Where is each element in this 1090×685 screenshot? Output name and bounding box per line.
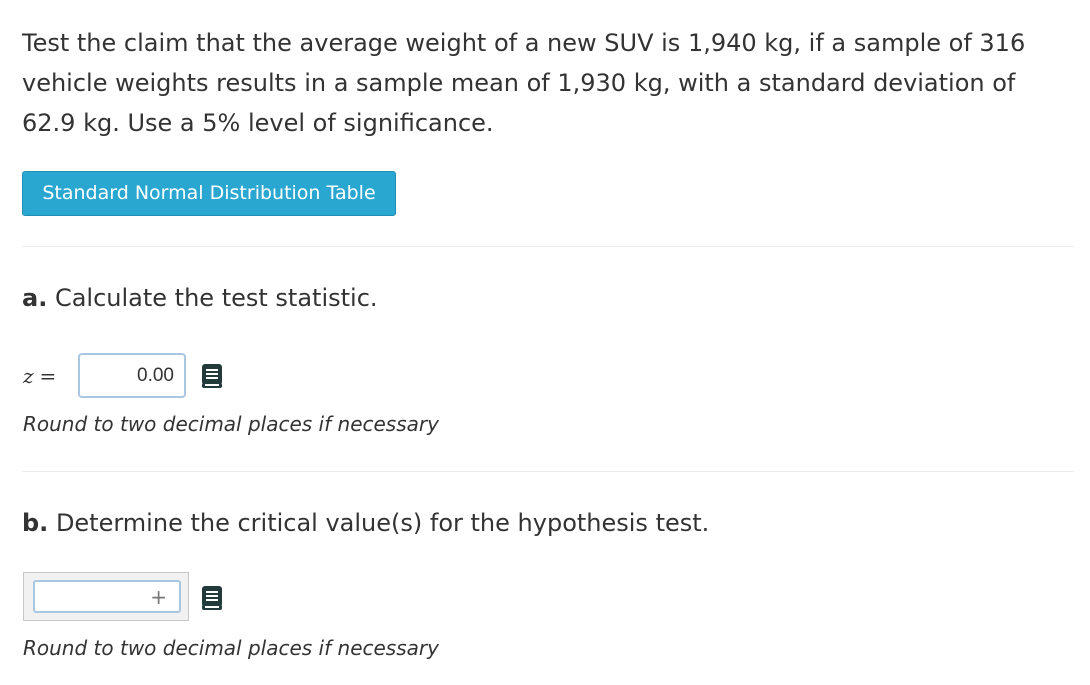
part-a-title-text: Calculate the test statistic. [54, 284, 378, 312]
part-b-title: b. Determine the critical value(s) for t… [22, 508, 709, 538]
z-symbol: z [23, 364, 34, 388]
plus-icon[interactable]: + [150, 584, 167, 610]
problem-statement: Test the claim that the average weight o… [22, 29, 1026, 137]
book-icon[interactable] [201, 585, 223, 611]
critical-value-input[interactable]: + [33, 580, 181, 613]
part-b-letter: b. [22, 509, 49, 537]
divider [22, 246, 1074, 247]
part-a-title: a. Calculate the test statistic. [22, 283, 378, 313]
part-a-letter: a. [22, 284, 48, 312]
standard-normal-table-button[interactable]: Standard Normal Distribution Table [22, 171, 396, 216]
equals-sign: = [39, 364, 57, 388]
part-b-rounding-hint: Round to two decimal places if necessary [23, 636, 439, 660]
test-statistic-input[interactable]: 0.00 [78, 353, 186, 398]
part-a-rounding-hint: Round to two decimal places if necessary [23, 412, 439, 436]
z-variable-label: z = [23, 363, 56, 389]
book-icon[interactable] [201, 363, 223, 389]
divider [22, 471, 1074, 472]
part-b-title-text: Determine the critical value(s) for the … [55, 509, 710, 537]
critical-values-container: + [23, 572, 189, 621]
